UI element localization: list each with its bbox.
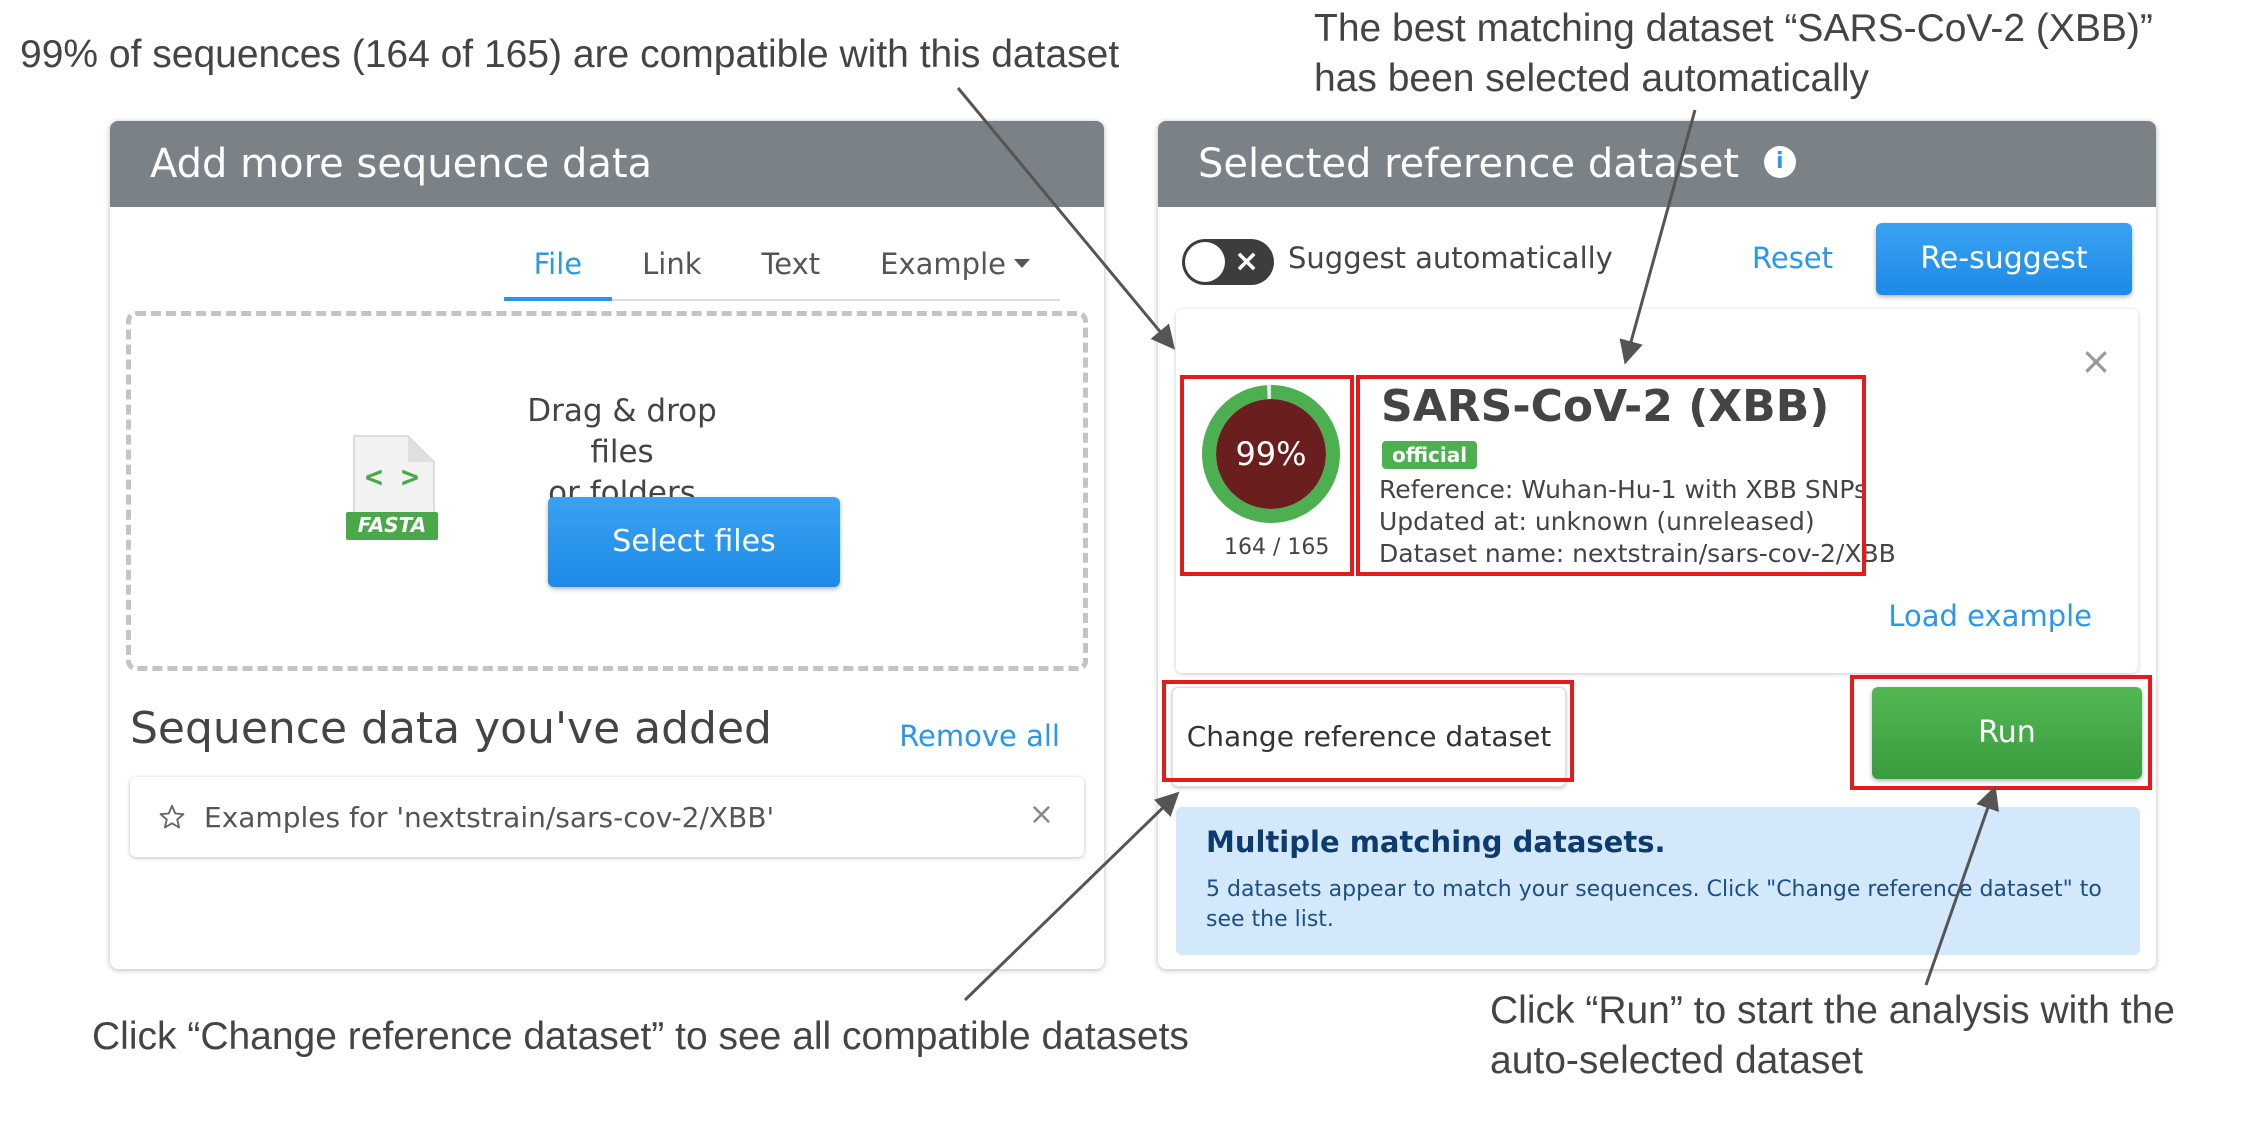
- arrow-best-match: [1619, 109, 1697, 365]
- arrow-change: [963, 791, 1180, 1002]
- annotation-arrows: [956, 87, 2000, 1002]
- arrow-run: [1924, 785, 2000, 986]
- arrow-compat: [956, 87, 1176, 350]
